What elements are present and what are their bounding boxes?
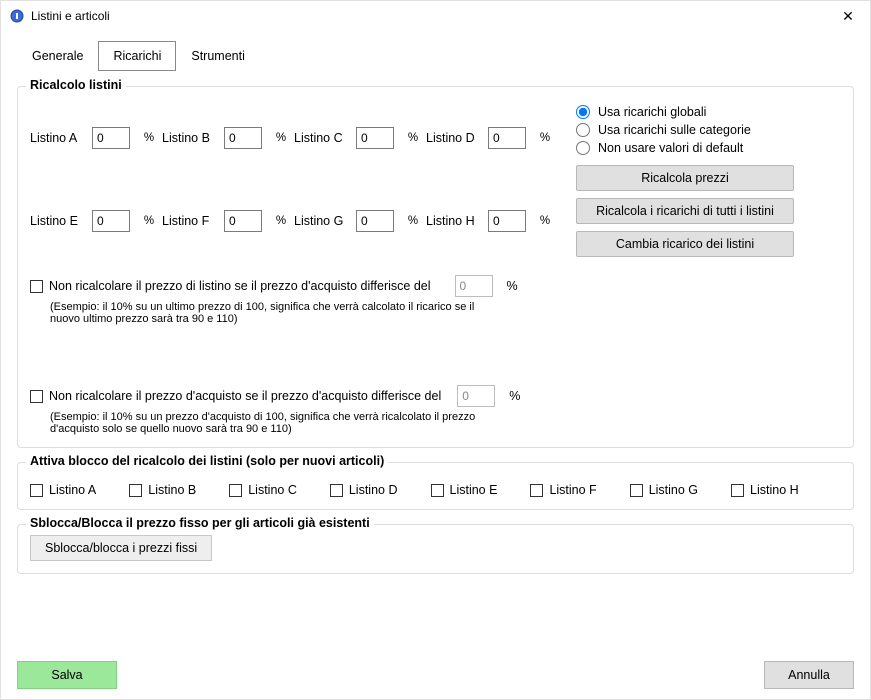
app-icon [9, 8, 25, 24]
label-block-e: Listino E [450, 483, 498, 497]
pct-check1: % [507, 279, 518, 293]
legend-attiva-blocco: Attiva blocco del ricalcolo dei listini … [26, 454, 388, 468]
label-block-d: Listino D [349, 483, 398, 497]
input-listino-g[interactable] [356, 210, 394, 232]
label-block-h: Listino H [750, 483, 799, 497]
label-block-g: Listino G [649, 483, 698, 497]
label-listino-b: Listino B [162, 131, 224, 145]
label-listino-a: Listino A [30, 131, 92, 145]
label-listino-h: Listino H [426, 214, 488, 228]
radio-global-input[interactable] [576, 105, 590, 119]
checkbox-block-d[interactable] [330, 484, 343, 497]
radio-none-input[interactable] [576, 141, 590, 155]
checkbox-no-recalc-listino[interactable] [30, 280, 43, 293]
input-listino-h[interactable] [488, 210, 526, 232]
recalc-prices-button[interactable]: Ricalcola prezzi [576, 165, 794, 191]
label-no-recalc-acquisto: Non ricalcolare il prezzo d'acquisto se … [49, 389, 441, 403]
window-title: Listini e articoli [31, 9, 110, 23]
label-listino-e: Listino E [30, 214, 92, 228]
legend-ricalcolo: Ricalcolo listini [26, 78, 126, 92]
label-block-a: Listino A [49, 483, 96, 497]
input-no-recalc-acquisto [457, 385, 495, 407]
checkbox-block-h[interactable] [731, 484, 744, 497]
checkbox-no-recalc-acquisto[interactable] [30, 390, 43, 403]
label-listino-f: Listino F [162, 214, 224, 228]
tab-ricarichi[interactable]: Ricarichi [98, 41, 176, 71]
tab-strumenti[interactable]: Strumenti [176, 41, 260, 71]
radio-categories[interactable]: Usa ricarichi sulle categorie [576, 123, 841, 137]
radio-categories-label: Usa ricarichi sulle categorie [598, 123, 751, 137]
radio-global-label: Usa ricarichi globali [598, 105, 706, 119]
pct-c: % [400, 132, 426, 144]
pct-b: % [268, 132, 294, 144]
radio-global[interactable]: Usa ricarichi globali [576, 105, 841, 119]
checkbox-block-f[interactable] [530, 484, 543, 497]
unlock-lock-button[interactable]: Sblocca/blocca i prezzi fissi [30, 535, 212, 561]
titlebar: Listini e articoli ✕ [1, 1, 870, 31]
checkbox-block-c[interactable] [229, 484, 242, 497]
label-listino-d: Listino D [426, 131, 488, 145]
hint-no-recalc-listino: (Esempio: il 10% su un ultimo prezzo di … [50, 301, 480, 325]
input-listino-e[interactable] [92, 210, 130, 232]
pct-d: % [532, 132, 558, 144]
legend-sblocca-blocca: Sblocca/Blocca il prezzo fisso per gli a… [26, 516, 374, 530]
label-block-c: Listino C [248, 483, 297, 497]
radio-none-label: Non usare valori di default [598, 141, 743, 155]
input-listino-b[interactable] [224, 127, 262, 149]
recalc-all-button[interactable]: Ricalcola i ricarichi di tutti i listini [576, 198, 794, 224]
label-listino-g: Listino G [294, 214, 356, 228]
pct-e: % [136, 215, 162, 227]
checkbox-block-a[interactable] [30, 484, 43, 497]
checkbox-block-e[interactable] [431, 484, 444, 497]
save-button[interactable]: Salva [17, 661, 117, 689]
label-no-recalc-listino: Non ricalcolare il prezzo di listino se … [49, 279, 431, 293]
tab-generale[interactable]: Generale [17, 41, 98, 71]
label-listino-c: Listino C [294, 131, 356, 145]
cancel-button[interactable]: Annulla [764, 661, 854, 689]
group-sblocca-blocca: Sblocca/Blocca il prezzo fisso per gli a… [17, 524, 854, 574]
input-listino-a[interactable] [92, 127, 130, 149]
checkbox-block-g[interactable] [630, 484, 643, 497]
group-ricalcolo-listini: Ricalcolo listini Listino A % Listino B … [17, 86, 854, 448]
label-block-f: Listino F [549, 483, 596, 497]
input-no-recalc-listino [455, 275, 493, 297]
radio-none[interactable]: Non usare valori di default [576, 141, 841, 155]
input-listino-d[interactable] [488, 127, 526, 149]
close-icon[interactable]: ✕ [836, 9, 860, 23]
pct-g: % [400, 215, 426, 227]
label-block-b: Listino B [148, 483, 196, 497]
radio-categories-input[interactable] [576, 123, 590, 137]
input-listino-f[interactable] [224, 210, 262, 232]
group-attiva-blocco: Attiva blocco del ricalcolo dei listini … [17, 462, 854, 510]
hint-no-recalc-acquisto: (Esempio: il 10% su un prezzo d'acquisto… [50, 411, 480, 435]
input-listino-c[interactable] [356, 127, 394, 149]
pct-a: % [136, 132, 162, 144]
pct-h: % [532, 215, 558, 227]
tab-strip: Generale Ricarichi Strumenti [17, 41, 854, 72]
pct-f: % [268, 215, 294, 227]
checkbox-block-b[interactable] [129, 484, 142, 497]
change-markup-button[interactable]: Cambia ricarico dei listini [576, 231, 794, 257]
pct-check2: % [509, 389, 520, 403]
